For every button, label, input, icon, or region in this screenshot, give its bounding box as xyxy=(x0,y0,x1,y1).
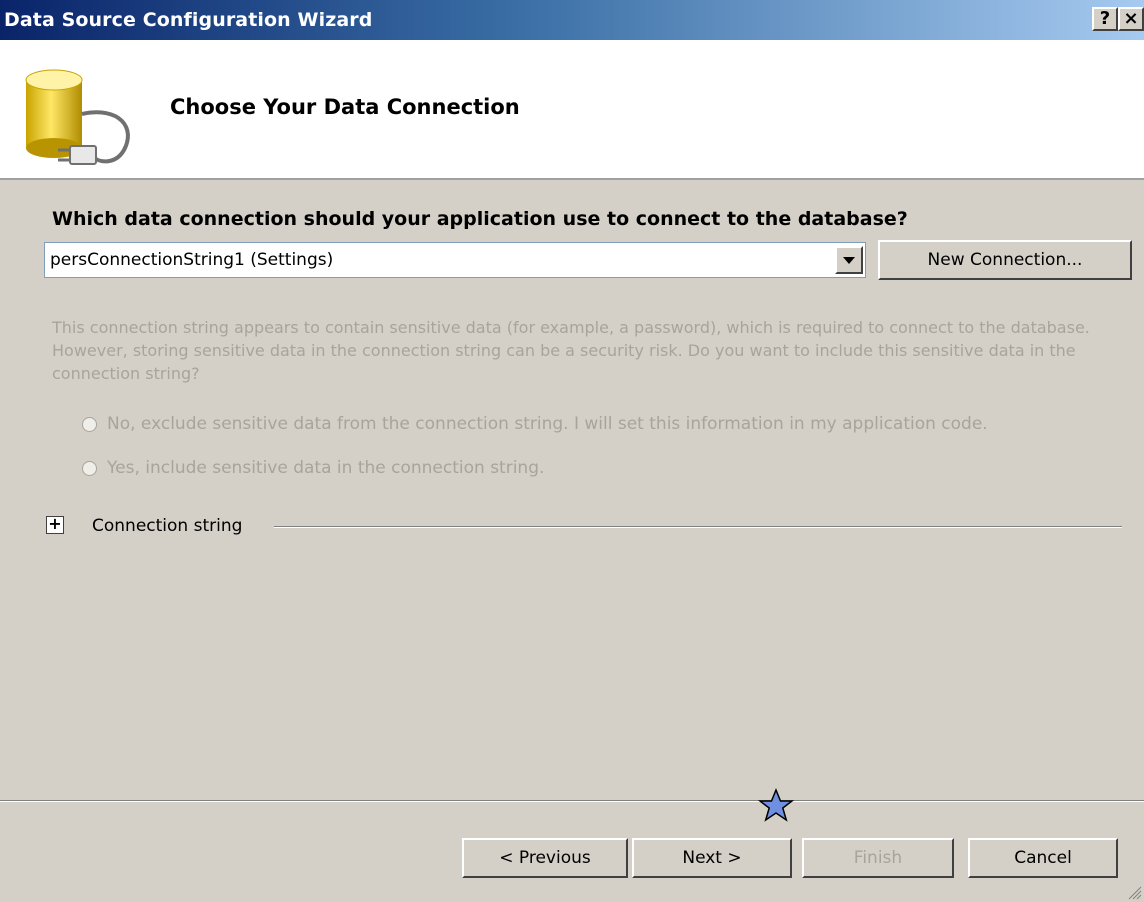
star-icon xyxy=(758,788,794,822)
title-bar: Data Source Configuration Wizard ? × xyxy=(0,0,1144,40)
sensitive-data-notice: This connection string appears to contai… xyxy=(52,318,1090,383)
wizard-header: Choose Your Data Connection xyxy=(0,40,1144,180)
radio-icon xyxy=(82,460,97,476)
radio-icon xyxy=(82,416,97,432)
page-heading: Choose Your Data Connection xyxy=(170,95,520,119)
connection-string-divider xyxy=(274,526,1122,528)
database-plug-icon xyxy=(25,69,130,165)
connection-question-label: Which data connection should your applic… xyxy=(52,208,908,230)
next-button[interactable]: Next > xyxy=(632,838,792,878)
footer-divider xyxy=(0,800,1144,802)
exclude-sensitive-label: No, exclude sensitive data from the conn… xyxy=(107,414,988,434)
connection-dropdown-value: persConnectionString1 (Settings) xyxy=(50,250,334,270)
dropdown-arrow-icon[interactable] xyxy=(835,246,863,274)
previous-button[interactable]: < Previous xyxy=(462,838,628,878)
window-title: Data Source Configuration Wizard xyxy=(4,9,373,31)
cancel-button[interactable]: Cancel xyxy=(968,838,1118,878)
include-sensitive-radio[interactable]: Yes, include sensitive data in the conne… xyxy=(82,458,544,478)
close-button[interactable]: × xyxy=(1118,7,1144,31)
exclude-sensitive-radio[interactable]: No, exclude sensitive data from the conn… xyxy=(82,414,988,434)
connection-string-label[interactable]: Connection string xyxy=(92,516,242,536)
connection-dropdown[interactable]: persConnectionString1 (Settings) xyxy=(44,242,866,278)
resize-grip-icon[interactable] xyxy=(1126,884,1142,900)
include-sensitive-label: Yes, include sensitive data in the conne… xyxy=(107,458,545,478)
finish-button[interactable]: Finish xyxy=(802,838,954,878)
expand-plus-icon[interactable]: + xyxy=(46,516,64,534)
help-button[interactable]: ? xyxy=(1092,7,1118,31)
new-connection-button[interactable]: New Connection... xyxy=(878,240,1132,280)
